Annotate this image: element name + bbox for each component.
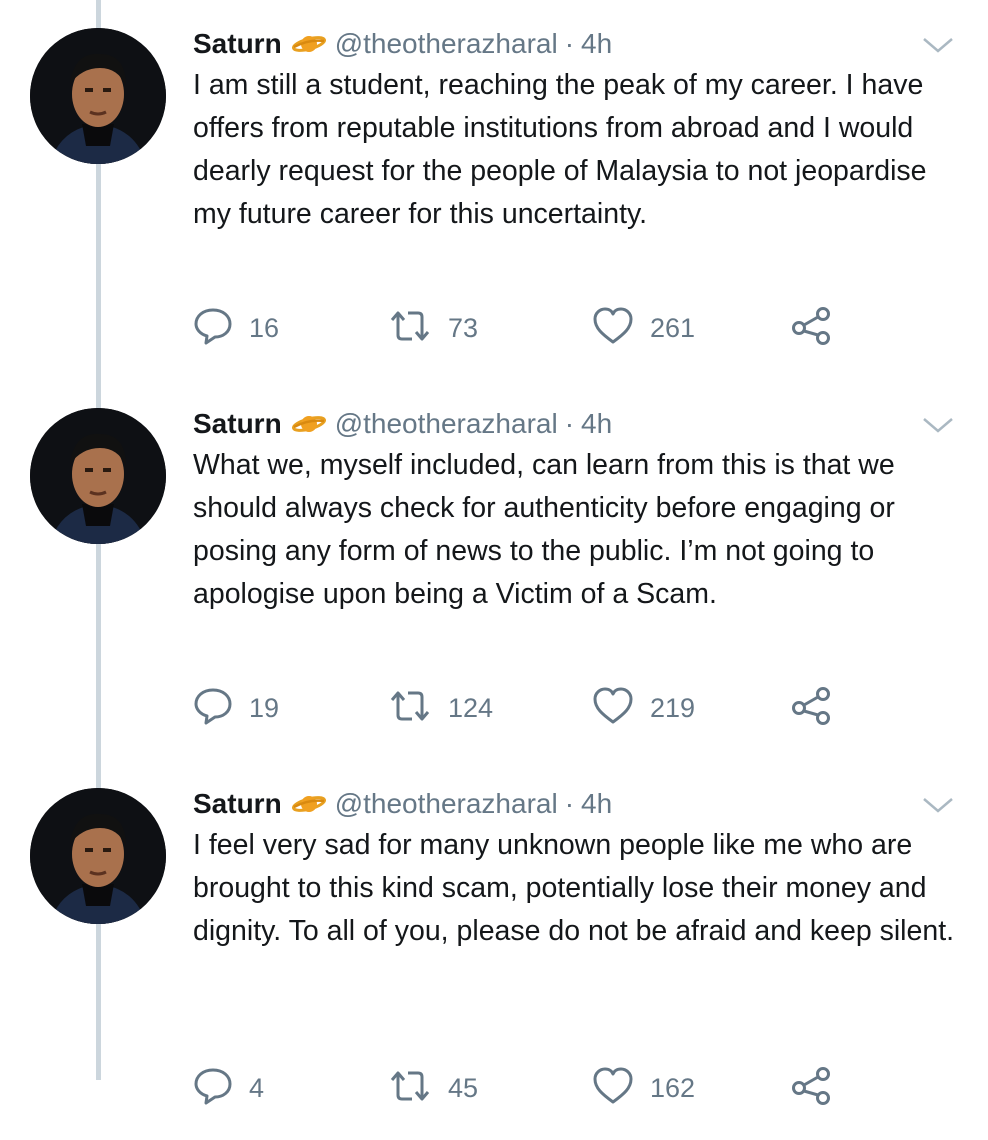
retweet-icon [388, 686, 432, 731]
timestamp[interactable]: 4h [581, 28, 612, 60]
chevron-down-icon[interactable] [920, 414, 956, 436]
tweet-text: What we, myself included, can learn from… [193, 449, 895, 610]
tweet-header: Saturn @theotherazharal · 4h [193, 404, 612, 444]
heart-icon [592, 306, 634, 351]
reply-button[interactable]: 4 [193, 1066, 264, 1110]
timestamp[interactable]: 4h [581, 788, 612, 820]
share-icon [790, 306, 832, 351]
tweet-header: Saturn @theotherazharal · 4h [193, 24, 612, 64]
tweet-actions: 19 124 219 [0, 686, 988, 730]
reply-button[interactable]: 19 [193, 686, 279, 730]
like-count: 261 [650, 312, 696, 343]
tweet-actions: 4 45 162 [0, 1066, 988, 1110]
heart-icon [592, 686, 634, 731]
display-name[interactable]: Saturn [193, 788, 282, 820]
user-handle[interactable]: @theotherazharal [335, 788, 558, 820]
tweet[interactable]: Saturn @theotherazharal · 4h I feel very… [0, 760, 988, 1140]
tweet-header: Saturn @theotherazharal · 4h [193, 784, 612, 824]
retweet-icon [388, 1066, 432, 1111]
retweet-button[interactable]: 73 [388, 306, 478, 350]
retweet-count: 45 [448, 1072, 479, 1103]
retweet-icon [388, 306, 432, 351]
reply-icon [193, 686, 233, 731]
tweet-text: I am still a student, reaching the peak … [193, 69, 927, 230]
tweet-text: I feel very sad for many unknown people … [193, 829, 955, 947]
like-button[interactable]: 219 [592, 686, 695, 730]
display-name[interactable]: Saturn [193, 28, 282, 60]
dot-separator: · [564, 28, 575, 59]
reply-count: 4 [249, 1072, 265, 1103]
like-count: 219 [650, 692, 696, 723]
display-name[interactable]: Saturn [193, 408, 282, 440]
tweet-actions: 16 73 261 [0, 306, 988, 350]
like-button[interactable]: 261 [592, 306, 695, 350]
avatar[interactable] [30, 788, 166, 924]
user-handle[interactable]: @theotherazharal [335, 408, 558, 440]
reply-icon [193, 1066, 233, 1111]
timestamp[interactable]: 4h [581, 408, 612, 440]
saturn-planet-icon [291, 33, 326, 55]
tweet[interactable]: Saturn @theotherazharal · 4h I am still … [0, 0, 988, 380]
saturn-planet-icon [291, 413, 326, 435]
retweet-count: 73 [448, 312, 479, 343]
dot-separator: · [564, 788, 575, 819]
like-button[interactable]: 162 [592, 1066, 695, 1110]
like-count: 162 [650, 1072, 696, 1103]
saturn-planet-icon [291, 793, 326, 815]
share-icon [790, 686, 832, 731]
retweet-button[interactable]: 124 [388, 686, 493, 730]
reply-icon [193, 306, 233, 351]
heart-icon [592, 1066, 634, 1111]
avatar[interactable] [30, 408, 166, 544]
retweet-button[interactable]: 45 [388, 1066, 478, 1110]
share-button[interactable] [790, 1066, 832, 1110]
reply-count: 16 [249, 312, 280, 343]
share-icon [790, 1066, 832, 1111]
share-button[interactable] [790, 306, 832, 350]
retweet-count: 124 [448, 692, 494, 723]
reply-count: 19 [249, 692, 280, 723]
user-handle[interactable]: @theotherazharal [335, 28, 558, 60]
dot-separator: · [564, 408, 575, 439]
chevron-down-icon[interactable] [920, 34, 956, 56]
avatar[interactable] [30, 28, 166, 164]
chevron-down-icon[interactable] [920, 794, 956, 816]
share-button[interactable] [790, 686, 832, 730]
tweet[interactable]: Saturn @theotherazharal · 4h What we, my… [0, 380, 988, 760]
reply-button[interactable]: 16 [193, 306, 279, 350]
